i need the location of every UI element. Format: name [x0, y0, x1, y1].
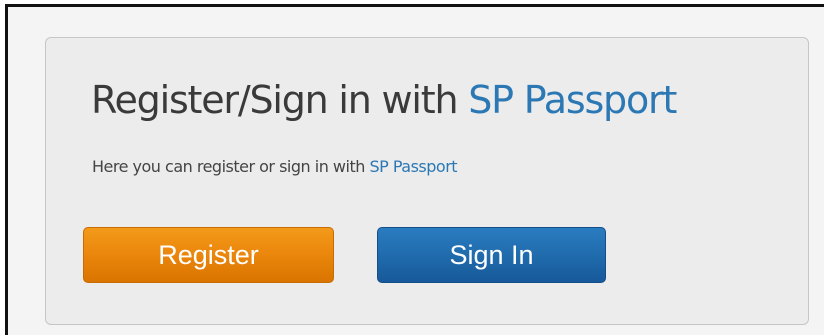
subtitle-text: Here you can register or sign in with	[92, 157, 370, 176]
title-text: Register/Sign in with	[91, 78, 469, 122]
subtitle-brand-link[interactable]: SP Passport	[369, 157, 457, 176]
panel-subtitle: Here you can register or sign in with SP…	[92, 156, 458, 178]
panel-title: Register/Sign in with SP Passport	[91, 74, 677, 126]
page-frame: Register/Sign in with SP Passport Here y…	[5, 4, 824, 335]
sign-in-button[interactable]: Sign In	[377, 227, 606, 283]
title-brand-link: SP Passport	[468, 78, 677, 122]
register-button[interactable]: Register	[83, 227, 334, 283]
passport-panel: Register/Sign in with SP Passport Here y…	[45, 37, 809, 325]
